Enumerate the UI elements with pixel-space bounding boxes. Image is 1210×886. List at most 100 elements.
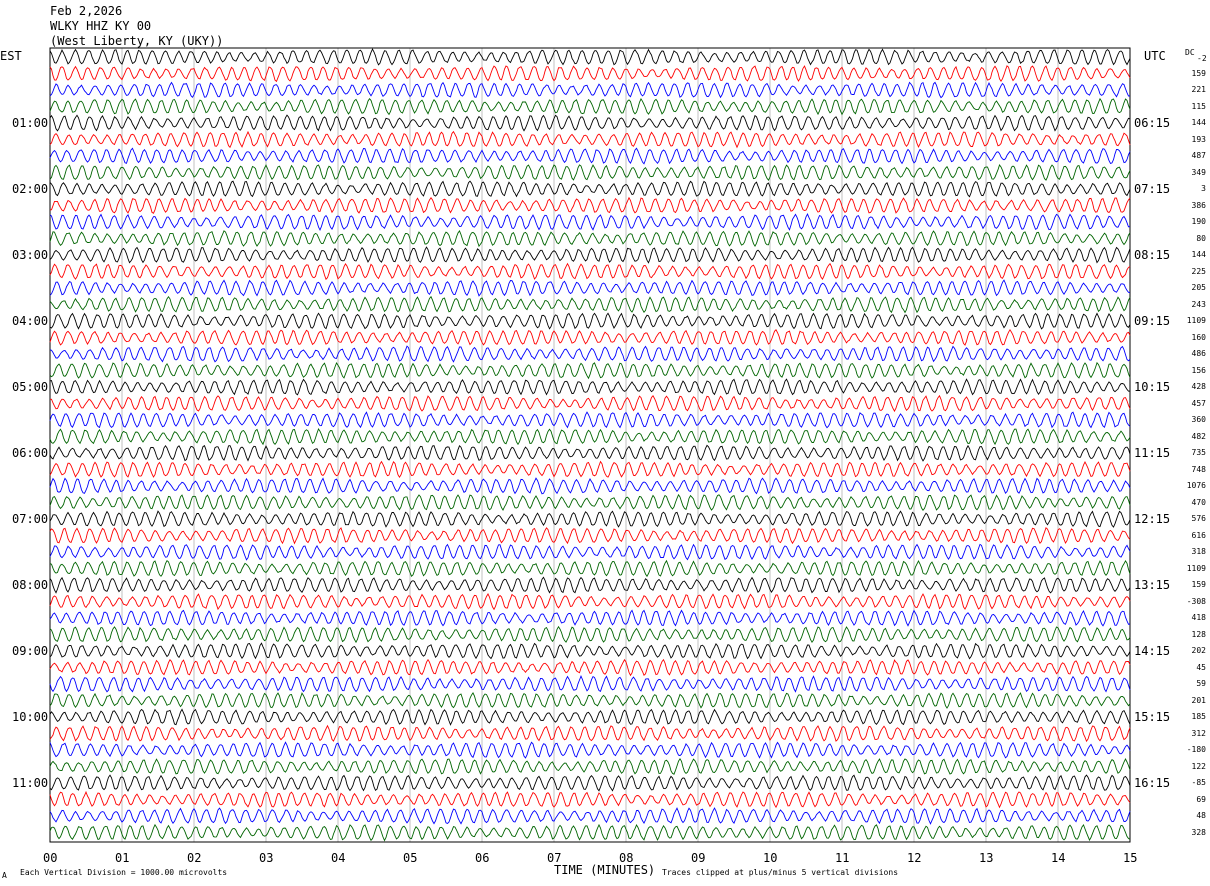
x-tick-label: 09 [691, 851, 706, 865]
seismic-trace [49, 477, 1131, 495]
dc-offset-label: 3 [1201, 184, 1206, 193]
right-hour-label: 08:15 [1134, 248, 1171, 262]
dc-offset-label: 156 [1191, 365, 1206, 375]
seismic-trace [49, 543, 1131, 561]
seismic-trace [49, 675, 1131, 693]
dc-offset-label: 428 [1191, 382, 1206, 391]
dc-offset-label: 221 [1191, 85, 1206, 94]
dc-offset-label: 328 [1191, 827, 1206, 837]
dc-offset-label: 748 [1191, 464, 1206, 474]
dc-offset-label: 185 [1191, 712, 1206, 721]
dc-offset-label: 45 [1196, 662, 1206, 672]
x-tick-label: 04 [331, 851, 346, 865]
dc-offset-label: 201 [1191, 695, 1206, 705]
dc-offset-label: 160 [1191, 332, 1206, 342]
seismic-trace [49, 790, 1131, 809]
dc-offset-label: 243 [1191, 299, 1206, 309]
seismic-trace [49, 444, 1131, 462]
seismic-trace [49, 576, 1131, 594]
seismic-trace [49, 312, 1131, 330]
seismic-trace [49, 262, 1131, 281]
right-hour-label: 12:15 [1134, 512, 1171, 526]
seismic-trace [49, 114, 1131, 132]
dc-offset-label: 193 [1191, 134, 1206, 144]
seismic-trace [49, 510, 1131, 528]
seismic-trace [49, 493, 1131, 511]
seismic-trace [49, 460, 1131, 479]
seismic-trace [49, 609, 1131, 627]
right-hour-label: 07:15 [1134, 182, 1171, 196]
x-tick-label: 12 [907, 851, 922, 865]
left-hour-label: 04:00 [12, 314, 49, 328]
dc-offset-label: 144 [1191, 250, 1206, 259]
right-hour-label: 09:15 [1134, 314, 1171, 328]
seismic-trace [49, 213, 1131, 231]
dc-offset-label: 122 [1191, 761, 1206, 771]
seismic-trace [49, 65, 1131, 83]
x-tick-label: 06 [475, 851, 490, 865]
dc-offset-label: 360 [1191, 415, 1206, 424]
dc-offset-label: 418 [1191, 613, 1206, 622]
dc-offset-label: 80 [1196, 233, 1206, 243]
left-hour-label: 07:00 [12, 512, 49, 526]
dc-offset-label: 115 [1191, 101, 1206, 111]
seismic-trace [49, 559, 1131, 578]
seismic-trace [49, 411, 1131, 429]
dc-offset-label: 69 [1196, 794, 1206, 804]
seismic-trace [49, 527, 1131, 545]
seismic-trace [49, 97, 1131, 116]
left-hour-label: 03:00 [12, 248, 49, 262]
left-hour-label: 06:00 [12, 446, 49, 460]
dc-offset-label: -180 [1186, 745, 1206, 754]
seismic-trace [49, 246, 1131, 264]
date-label: Feb 2,2026 [50, 4, 123, 18]
dc-offset-label: 159 [1191, 580, 1206, 589]
x-tick-label: 00 [43, 851, 58, 865]
dc-offset-label: 486 [1191, 349, 1206, 358]
corner-mark: A [2, 871, 7, 880]
seismic-trace [49, 658, 1131, 677]
right-hour-label: 11:15 [1134, 446, 1171, 460]
left-hour-label: 09:00 [12, 644, 49, 658]
seismic-trace [49, 378, 1131, 396]
dc-offset-label: 482 [1191, 431, 1206, 441]
seismic-trace [49, 428, 1131, 446]
right-timezone-label: UTC [1144, 49, 1166, 63]
seismic-trace [49, 807, 1131, 825]
right-hour-label: 06:15 [1134, 116, 1171, 130]
dc-offset-label: 159 [1191, 68, 1206, 78]
right-hour-label: 13:15 [1134, 578, 1171, 592]
seismogram-plot [49, 47, 1131, 843]
dc-offset-label: 128 [1191, 629, 1206, 639]
location-label: (West Liberty, KY (UKY)) [50, 34, 224, 48]
left-timezone-label: EST [0, 49, 22, 63]
seismic-trace [49, 724, 1131, 743]
right-hour-label: 10:15 [1134, 380, 1171, 394]
dc-offset-label: 144 [1191, 118, 1206, 127]
seismic-trace [49, 164, 1131, 182]
dc-offset-label: 576 [1191, 514, 1206, 523]
x-tick-label: 01 [115, 851, 130, 865]
x-tick-label: 10 [763, 851, 778, 865]
left-hour-label: 08:00 [12, 578, 49, 592]
seismic-trace [49, 625, 1131, 644]
dc-offset-label: 318 [1191, 547, 1206, 556]
right-hour-label: 16:15 [1134, 776, 1171, 790]
dc-offset-label: 205 [1191, 283, 1206, 292]
clip-note: Traces clipped at plus/minus 5 vertical … [662, 868, 899, 877]
seismic-trace [49, 741, 1131, 759]
left-hour-label: 02:00 [12, 182, 49, 196]
seismic-trace [49, 345, 1131, 363]
right-hour-label: 14:15 [1134, 644, 1171, 658]
seismic-trace [49, 361, 1131, 380]
dc-offset-label: 1109 [1186, 563, 1206, 573]
dc-offset-label: 470 [1191, 497, 1206, 507]
dc-offset-label: 59 [1196, 679, 1206, 688]
seismic-trace [49, 823, 1131, 842]
seismic-trace [49, 295, 1131, 314]
x-tick-label: 05 [403, 851, 418, 865]
dc-offset-label: 735 [1191, 448, 1206, 457]
dc-offset-label: 457 [1191, 398, 1206, 408]
dc-offset-label: 616 [1191, 530, 1206, 540]
dc-offset-label: -308 [1186, 596, 1206, 606]
